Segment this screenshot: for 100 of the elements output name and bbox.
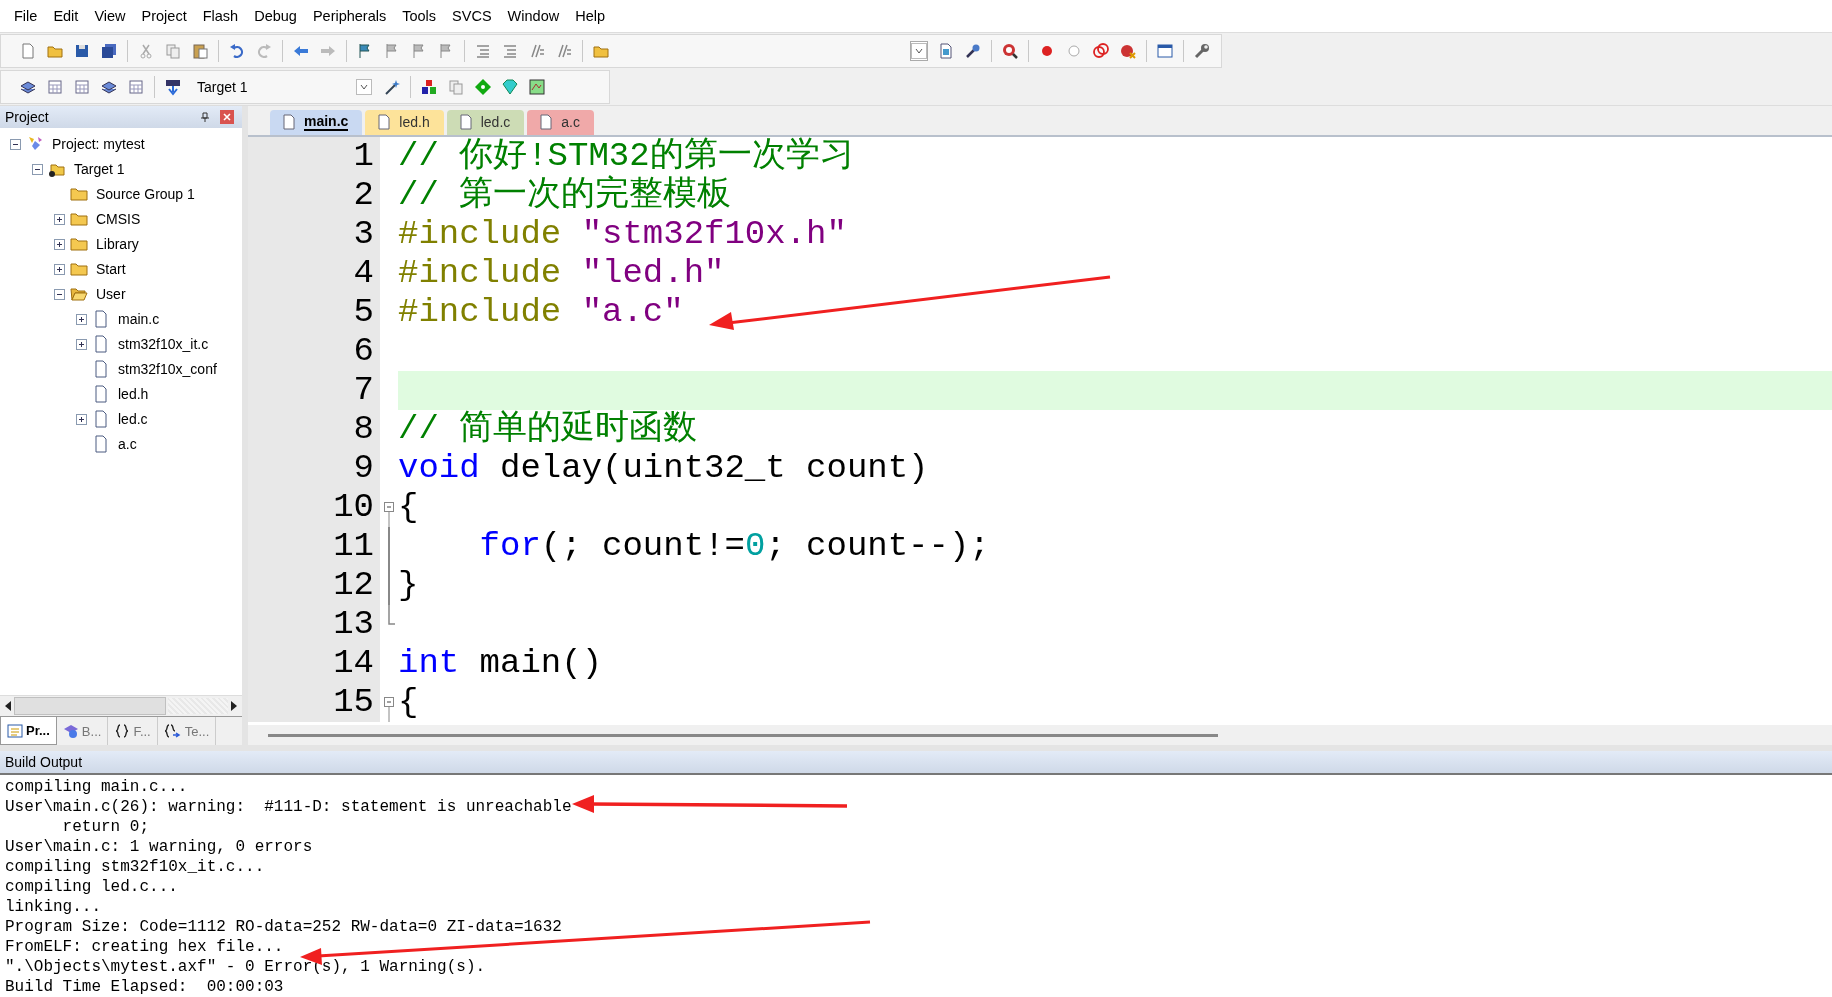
code-line: #include "stm32f10x.h" [398, 214, 847, 253]
panel-tab[interactable]: Pr... [0, 717, 57, 745]
menu-item[interactable]: File [6, 4, 46, 27]
file-icon [282, 114, 296, 131]
file-icon [539, 114, 554, 131]
tree-item[interactable]: User [92, 286, 126, 303]
tree-item[interactable]: stm32f10x_conf [114, 361, 217, 378]
folder-icon [70, 285, 88, 304]
save-all-icon[interactable] [100, 41, 118, 60]
expand-icon[interactable] [76, 413, 87, 425]
list-icon [7, 722, 23, 739]
tree-item[interactable]: Source Group 1 [92, 186, 195, 203]
tree-item[interactable]: Library [92, 236, 139, 253]
output-line: return 0; [61, 817, 150, 837]
expand-icon[interactable] [54, 263, 65, 275]
panel-title: Project [5, 108, 50, 125]
code-line: } [398, 565, 419, 604]
wrench-icon[interactable] [1193, 41, 1211, 60]
undo-icon[interactable] [228, 41, 246, 60]
menu-item[interactable]: View [86, 4, 134, 27]
output-line: Program Size: Code=1112 RO-data=252 RW-data=0 ZI-data=1632 [5, 917, 562, 937]
tree-item[interactable]: led.h [114, 386, 149, 403]
fold-icon[interactable] [383, 501, 395, 527]
expand-icon[interactable] [76, 338, 87, 350]
panel-tab[interactable]: F... [108, 717, 158, 745]
scrollbar[interactable] [0, 695, 242, 716]
tree-item[interactable]: stm32f10x_it.c [114, 336, 209, 353]
menu-item[interactable]: SVCS [444, 4, 500, 27]
output-line: ".\Objects\mytest.axf" - 0 Error(s), 1 Warning(s). [5, 957, 486, 977]
folder-icon [70, 260, 88, 279]
menu-item[interactable]: Peripherals [304, 4, 395, 27]
file-tab[interactable]: a.c [527, 109, 594, 135]
menu-item[interactable]: Edit [45, 4, 87, 27]
tree-item[interactable]: Start [92, 261, 126, 278]
code-line: for(; count!=0; count--); [478, 526, 990, 565]
collapse-icon[interactable] [10, 138, 21, 150]
document-icon[interactable] [937, 41, 955, 60]
line-number: 1 [248, 136, 380, 176]
line-number: 12 [248, 565, 380, 605]
panel-tab[interactable]: Te... [157, 717, 217, 745]
tree-item[interactable]: led.c [114, 411, 148, 428]
left-arrow-icon[interactable] [4, 701, 12, 711]
map-icon[interactable] [528, 77, 546, 96]
file-icon [92, 435, 110, 454]
line-number: 15 [248, 682, 380, 722]
right-arrow-icon[interactable] [230, 701, 238, 711]
menu-item[interactable]: Project [133, 4, 195, 27]
line-number: 3 [248, 214, 380, 254]
menu-item[interactable]: Window [499, 4, 568, 27]
folder-icon [70, 185, 88, 204]
grid-icon[interactable] [127, 77, 145, 96]
line-number: 5 [248, 292, 380, 332]
file-icon [377, 114, 392, 131]
dropdown[interactable] [910, 40, 928, 61]
braces-icon [114, 723, 131, 739]
blocks-icon[interactable] [420, 77, 438, 96]
panel-tab[interactable]: B... [56, 717, 109, 745]
expand-icon[interactable] [54, 213, 65, 225]
line-number: 8 [248, 409, 380, 449]
file-tab[interactable]: main.c [270, 109, 363, 135]
magnifier-icon[interactable] [1001, 41, 1019, 60]
output-line: linking... [5, 897, 101, 917]
download-icon[interactable] [164, 77, 182, 96]
pin-icon[interactable] [200, 111, 210, 122]
menu-item[interactable]: Debug [246, 4, 305, 27]
tree-item[interactable]: main.c [114, 311, 160, 328]
output-line: FromELF: creating hex file... [5, 937, 284, 957]
collapse-icon[interactable] [54, 288, 65, 300]
gem-icon[interactable] [501, 77, 519, 96]
menu-item[interactable]: Flash [194, 4, 247, 27]
paste-icon[interactable] [191, 41, 209, 60]
output-line: Build Time Elapsed: 00:00:03 [5, 977, 284, 997]
expand-icon[interactable] [76, 313, 87, 325]
output-line: compiling stm32f10x_it.c... [5, 857, 265, 877]
scrollbar[interactable] [248, 725, 1832, 745]
file-icon [92, 310, 110, 329]
menu-item[interactable]: Help [567, 4, 613, 27]
menu-item[interactable]: Tools [394, 4, 445, 27]
line-number: 9 [248, 448, 380, 488]
file-tab[interactable]: led.c [446, 109, 525, 135]
collapse-icon[interactable] [32, 163, 43, 175]
tree-item[interactable]: Target 1 [70, 161, 125, 178]
tree-item[interactable]: Project: mytest [48, 136, 145, 153]
window-icon[interactable] [1156, 41, 1174, 60]
line-number: 10 [248, 487, 380, 527]
close-icon[interactable] [220, 109, 234, 124]
tree-item[interactable]: a.c [114, 436, 137, 453]
rings-icon[interactable] [1092, 41, 1110, 60]
grid-icon[interactable] [73, 77, 91, 96]
grid-icon[interactable] [46, 77, 64, 96]
expand-icon[interactable] [54, 238, 65, 250]
file-icon [92, 360, 110, 379]
diamond-icon[interactable] [474, 77, 492, 96]
file-icon [92, 335, 110, 354]
fold-icon[interactable] [383, 696, 395, 722]
tree-item[interactable]: CMSIS [92, 211, 141, 228]
file-tab[interactable]: led.h [365, 109, 444, 135]
braces-arrow-icon [163, 723, 182, 739]
caret-icon [356, 78, 372, 95]
code-line: #include "led.h" [398, 253, 725, 292]
